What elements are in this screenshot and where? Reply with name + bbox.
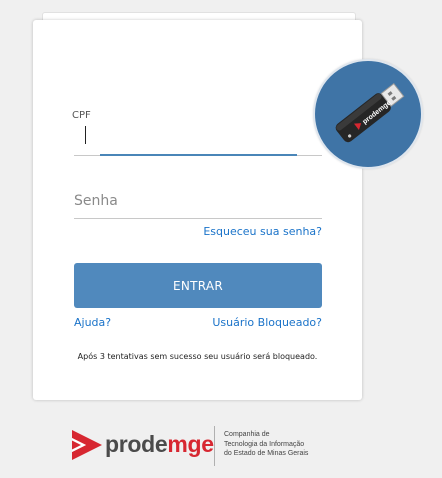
cpf-input[interactable] <box>74 120 322 156</box>
logo-divider <box>214 426 215 466</box>
password-input[interactable] <box>74 186 322 216</box>
text-cursor <box>85 126 86 144</box>
usb-token-icon: prodemge <box>335 82 405 143</box>
lockout-warning: Após 3 tentativas sem sucesso seu usuári… <box>77 352 318 361</box>
blocked-user-link[interactable]: Usuário Bloqueado? <box>212 316 322 329</box>
forgot-password-link[interactable]: Esqueceu sua senha? <box>203 225 322 238</box>
logo-wordmark-accent: mge <box>167 431 214 457</box>
password-underline <box>74 218 322 219</box>
logo-wordmark: prodemge <box>105 431 214 458</box>
logo-wordmark-main: prode <box>105 431 168 457</box>
enter-button[interactable]: ENTRAR <box>74 263 322 308</box>
prodemge-chevron-icon <box>72 430 102 460</box>
logo-subtitle-line: Tecnologia da Informação <box>224 440 305 448</box>
cpf-focus-underline <box>100 154 297 156</box>
usb-token-badge[interactable]: prodemge <box>313 59 423 169</box>
prodemge-logo: prodemge Companhia de Tecnologia da Info… <box>72 424 332 468</box>
logo-subtitle: Companhia de Tecnologia da Informação do… <box>224 430 308 459</box>
login-page: CPF Esqueceu sua senha? ENTRAR Ajuda? Us… <box>0 0 442 478</box>
logo-subtitle-line: Companhia de <box>224 431 270 438</box>
help-link[interactable]: Ajuda? <box>74 316 111 329</box>
logo-subtitle-line: do Estado de Minas Gerais <box>224 450 309 457</box>
